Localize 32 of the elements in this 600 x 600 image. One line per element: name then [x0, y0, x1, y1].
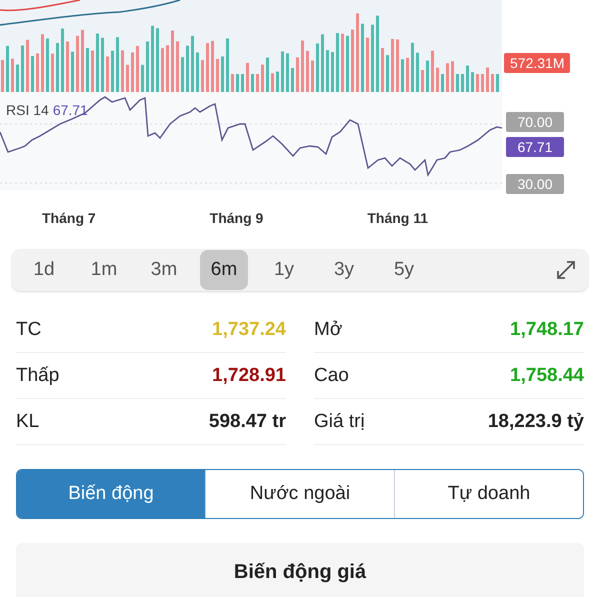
axis-label: Tháng 9	[210, 210, 264, 226]
stat-value: 1,728.91	[212, 364, 286, 386]
stat-label: KL	[16, 410, 40, 432]
axis-label: Tháng 7	[42, 210, 96, 226]
stat-label: TC	[16, 318, 42, 340]
stat-label: Mở	[314, 318, 342, 340]
range-tab[interactable]: 3m	[140, 250, 188, 290]
range-tab[interactable]: 3y	[320, 250, 368, 290]
current-value-tag: 67.71	[506, 137, 564, 157]
indicator-label: RSI 14	[6, 102, 49, 118]
range-tab[interactable]: 1d	[20, 250, 68, 290]
expand-icon[interactable]	[554, 258, 578, 282]
stat-label: Cao	[314, 364, 349, 386]
tab[interactable]: Tự doanh	[394, 470, 583, 518]
stat-value: 1,748.17	[510, 318, 584, 340]
axis-label: Tháng 11	[367, 210, 428, 226]
volume-tag: 572.31M	[504, 53, 570, 73]
indicator-value: 67.71	[52, 102, 88, 118]
range-tab[interactable]: 1m	[80, 250, 128, 290]
stat-value: 598.47 tr	[208, 410, 286, 432]
range-tab[interactable]: 5y	[380, 250, 428, 290]
range-tab[interactable]: 6m	[200, 250, 248, 290]
stat-label: Thấp	[16, 364, 60, 386]
section-title: Biến động giá	[234, 561, 366, 585]
stat-value: 1,737.24	[212, 318, 286, 340]
stat-value: 18,223.9 tỷ	[488, 410, 584, 432]
level-tag: 30.00	[506, 174, 564, 194]
stat-value: 1,758.44	[510, 364, 584, 386]
level-tag: 70.00	[506, 112, 564, 132]
range-tab[interactable]: 1y	[260, 250, 308, 290]
stat-label: Giá trị	[314, 410, 365, 432]
tab[interactable]: Biến động	[17, 470, 205, 518]
